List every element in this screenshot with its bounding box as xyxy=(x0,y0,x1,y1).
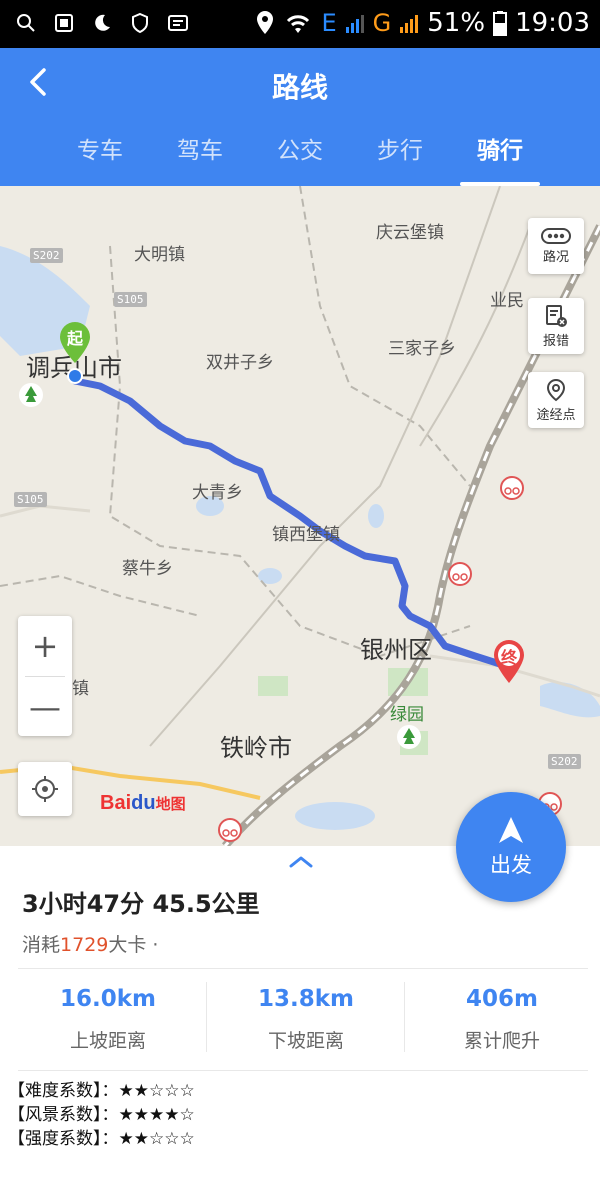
search-icon xyxy=(17,14,35,32)
logo-du: du xyxy=(131,792,156,814)
stat-uphill: 16.0km 上坡距离 xyxy=(10,986,206,1053)
place-label: 绿园 xyxy=(390,705,424,725)
locate-button[interactable] xyxy=(18,762,72,816)
tab-transit[interactable]: 公交 xyxy=(260,128,340,186)
report-icon xyxy=(546,304,567,327)
end-marker-label: 终 xyxy=(500,648,517,667)
scenery-rating: 【风景系数】：★★★★☆ xyxy=(8,1105,195,1125)
network-g-label: G xyxy=(372,9,392,37)
road-tag: S202 xyxy=(30,248,63,263)
intensity-rating: 【强度系数】：★★☆☆☆ xyxy=(8,1129,195,1149)
moon-icon xyxy=(95,14,110,31)
start-marker-label: 起 xyxy=(66,329,83,348)
calorie-prefix: 消耗 xyxy=(22,934,61,956)
logo-bai: Bai xyxy=(100,792,132,814)
traffic-label: 路况 xyxy=(542,249,569,265)
battery-icon xyxy=(493,11,508,36)
duration-distance: 3小时47分 45.5公里 xyxy=(22,890,260,918)
stat-label: 累计爬升 xyxy=(463,1030,540,1052)
place-label: 蔡牛乡 xyxy=(122,559,173,579)
tab-walk[interactable]: 步行 xyxy=(360,128,440,186)
signal-bars-2-icon xyxy=(400,15,419,33)
zoom-controls: + — xyxy=(18,616,72,736)
zoom-out-button[interactable]: — xyxy=(18,677,72,737)
waypoint-label: 途经点 xyxy=(536,407,576,423)
road-tag: S105 xyxy=(14,492,47,507)
stat-value: 13.8km xyxy=(257,986,354,1012)
place-label: 大明镇 xyxy=(134,245,185,265)
crosshair-icon xyxy=(32,776,58,802)
park-icon xyxy=(19,383,43,407)
park-icon xyxy=(397,725,421,749)
road-tag: S105 xyxy=(114,292,147,307)
stat-label: 上坡距离 xyxy=(69,1030,146,1052)
calorie-info: 消耗1729大卡 · xyxy=(22,930,158,957)
report-label: 报错 xyxy=(542,333,569,349)
traffic-icon xyxy=(541,227,571,244)
status-bar: E G 51% 19:03 xyxy=(0,0,600,48)
route-page: E G 51% 19:03 路线 专车 驾车 公交 步行 骑行 S202 S10… xyxy=(0,0,600,1186)
place-label: 庆云堡镇 xyxy=(376,223,444,243)
road-tag: S202 xyxy=(548,754,581,769)
place-label: 业民 xyxy=(490,291,524,311)
go-label: 出发 xyxy=(490,853,532,877)
calorie-value: 1729 xyxy=(60,934,109,956)
wifi-icon xyxy=(287,15,310,33)
app-icon xyxy=(55,14,73,32)
calorie-suffix: 大卡 · xyxy=(108,934,159,956)
divider xyxy=(18,1070,588,1071)
location-pin-icon xyxy=(257,11,274,34)
waypoint-pin-icon xyxy=(546,378,566,401)
tab-taxi[interactable]: 专车 xyxy=(60,128,140,186)
mode-tabs: 专车 驾车 公交 步行 骑行 xyxy=(60,128,540,186)
divider xyxy=(18,968,588,969)
stat-value: 406m xyxy=(466,986,538,1012)
stat-value: 16.0km xyxy=(59,986,156,1012)
report-error-button[interactable]: 报错 xyxy=(528,298,584,354)
clock: 19:03 xyxy=(515,8,590,38)
stat-divider xyxy=(206,982,207,1052)
stat-climb: 406m 累计爬升 xyxy=(404,986,600,1053)
start-marker[interactable]: 起 xyxy=(58,320,92,384)
zoom-in-button[interactable]: + xyxy=(18,616,72,676)
bike-station-icon xyxy=(500,476,524,500)
tab-drive[interactable]: 驾车 xyxy=(160,128,240,186)
header: 路线 专车 驾车 公交 步行 骑行 xyxy=(0,48,600,186)
stat-downhill: 13.8km 下坡距离 xyxy=(208,986,404,1053)
stat-label: 下坡距离 xyxy=(267,1030,344,1052)
place-label: 三家子乡 xyxy=(388,339,456,359)
signal-bars-icon xyxy=(345,15,364,33)
map-canvas xyxy=(0,186,600,846)
place-label: 双井子乡 xyxy=(206,353,274,373)
traffic-button[interactable]: 路况 xyxy=(528,218,584,274)
chevron-up-icon xyxy=(289,856,313,868)
end-marker[interactable]: 终 xyxy=(492,638,526,686)
navigation-arrow-icon xyxy=(499,817,523,843)
place-label: 大青乡 xyxy=(192,483,243,503)
map-view[interactable]: S202 S105 S105 S202 庆云堡镇 大明镇 业民 三家子乡 调兵山… xyxy=(0,186,600,846)
place-label-city: 银州区 xyxy=(360,636,432,664)
shield-icon xyxy=(132,12,148,34)
start-navigation-button[interactable]: 出发 xyxy=(456,792,566,902)
tab-bike[interactable]: 骑行 xyxy=(460,128,540,186)
bike-station-icon xyxy=(448,562,472,586)
place-label-city: 铁岭市 xyxy=(220,734,292,762)
news-icon xyxy=(168,15,188,31)
expand-button[interactable] xyxy=(286,852,316,872)
bike-station-icon xyxy=(218,818,242,842)
page-title: 路线 xyxy=(271,71,328,104)
network-e-label: E xyxy=(321,9,337,37)
place-label: 镇西堡镇 xyxy=(272,525,340,545)
baidu-map-logo: Baidu地图 xyxy=(100,792,186,815)
battery-percent: 51% xyxy=(427,8,486,38)
difficulty-rating: 【难度系数】：★★☆☆☆ xyxy=(8,1081,195,1101)
waypoint-button[interactable]: 途经点 xyxy=(528,372,584,428)
logo-ditu: 地图 xyxy=(155,796,186,813)
place-label: 镇 xyxy=(72,679,89,699)
